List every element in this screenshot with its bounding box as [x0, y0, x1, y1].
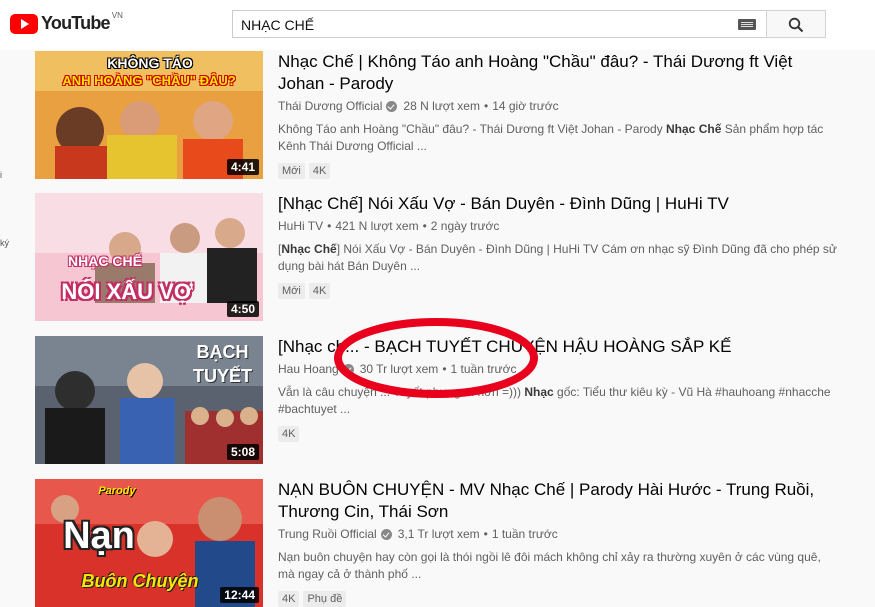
verified-icon: [380, 528, 392, 540]
video-thumbnail[interactable]: BẠCH TUYẾT 5:08: [35, 336, 263, 464]
thumbnail-caption-mid: ANH HOÀNG "CHẦU" ĐÂU?: [62, 73, 236, 88]
upload-age: 1 tuần trước: [491, 527, 558, 541]
video-description: Không Táo anh Hoàng "Chầu" đâu? - Thái D…: [278, 122, 824, 153]
badge-new: Mới: [278, 163, 305, 179]
search-button[interactable]: [766, 10, 826, 38]
badge-4k: 4K: [278, 591, 300, 607]
video-description: Nạn buôn chuyện hay còn gọi là thói ngồi…: [278, 550, 821, 581]
video-meta: Thái Dương Official 28 N lượt xem • 14 g…: [278, 99, 559, 113]
video-title[interactable]: NẠN BUÔN CHUYỆN - MV Nhạc Chế | Parody H…: [278, 479, 838, 523]
thumbnail-caption-top: BẠCH: [196, 342, 249, 362]
badge-subtitles: Phụ đề: [303, 591, 347, 607]
thumbnail-caption-mid: TUYẾT: [192, 366, 252, 386]
channel-name[interactable]: Thái Dương Official: [278, 99, 382, 113]
badge-new: Mới: [278, 283, 305, 299]
keyboard-icon[interactable]: [738, 19, 756, 30]
video-title[interactable]: [Nhạc Chế] Nói Xấu Vợ - Bán Duyên - Đình…: [278, 193, 838, 215]
view-count: 421 N lượt xem: [335, 219, 419, 233]
thumbnail-caption-top: KHÔNG TÁO: [107, 55, 193, 71]
channel-name[interactable]: Trung Ruồi Official: [278, 527, 377, 541]
video-thumbnail[interactable]: KHÔNG TÁO ANH HOÀNG "CHẦU" ĐÂU? 4:41: [35, 51, 263, 179]
video-duration: 4:50: [226, 301, 259, 317]
upload-age: 14 giờ trước: [492, 99, 559, 113]
view-count: 28 N lượt xem: [403, 99, 480, 113]
thumbnail-caption-top: Parody: [98, 485, 136, 497]
thumbnail-caption-bottom: Buôn Chuyện: [81, 571, 199, 591]
video-title[interactable]: Nhạc Chế | Không Táo anh Hoàng "Chầu" đâ…: [278, 51, 838, 95]
video-meta: Trung Ruồi Official 3,1 Tr lượt xem • 1 …: [278, 527, 558, 541]
search-box[interactable]: [232, 10, 767, 39]
video-duration: 4:41: [226, 159, 259, 175]
logo-region: VN: [111, 11, 123, 20]
thumbnail-caption-mid: NÓI XẤU VỢ: [61, 279, 193, 304]
logo-text: YouTube: [41, 13, 111, 33]
video-duration: 12:44: [220, 587, 259, 603]
badge-4k: 4K: [308, 283, 331, 299]
video-thumbnail[interactable]: NHẠC CHẾ NÓI XẤU VỢ 4:50: [35, 193, 263, 321]
badge-4k: 4K: [278, 426, 300, 442]
thumbnail-caption-mid: Nạn: [63, 515, 135, 557]
youtube-logo[interactable]: YouTube VN: [10, 11, 123, 34]
verified-icon: [386, 100, 398, 112]
masthead: YouTube VN: [0, 0, 875, 50]
video-description: [Nhạc Chế] Nói Xấu Vợ - Bán Duyên - Đình…: [278, 242, 837, 273]
badge-4k: 4K: [308, 163, 331, 179]
sidebar-fragment: ký: [0, 238, 9, 248]
annotation-ellipse: [334, 318, 538, 398]
channel-name[interactable]: HuHi TV: [278, 219, 323, 233]
video-thumbnail[interactable]: Parody Nạn Buôn Chuyện 12:44: [35, 479, 263, 607]
video-duration: 5:08: [226, 444, 259, 460]
search-icon: [788, 17, 804, 33]
search-input[interactable]: [233, 11, 733, 39]
thumbnail-caption-top: NHẠC CHẾ: [68, 253, 142, 269]
video-meta: HuHi TV • 421 N lượt xem • 2 ngày trước: [278, 219, 500, 233]
sidebar-fragment: i: [0, 170, 2, 180]
view-count: 3,1 Tr lượt xem: [397, 527, 480, 541]
youtube-play-icon: [10, 13, 38, 34]
channel-name[interactable]: Hau Hoang: [278, 362, 339, 376]
upload-age: 2 ngày trước: [430, 219, 500, 233]
